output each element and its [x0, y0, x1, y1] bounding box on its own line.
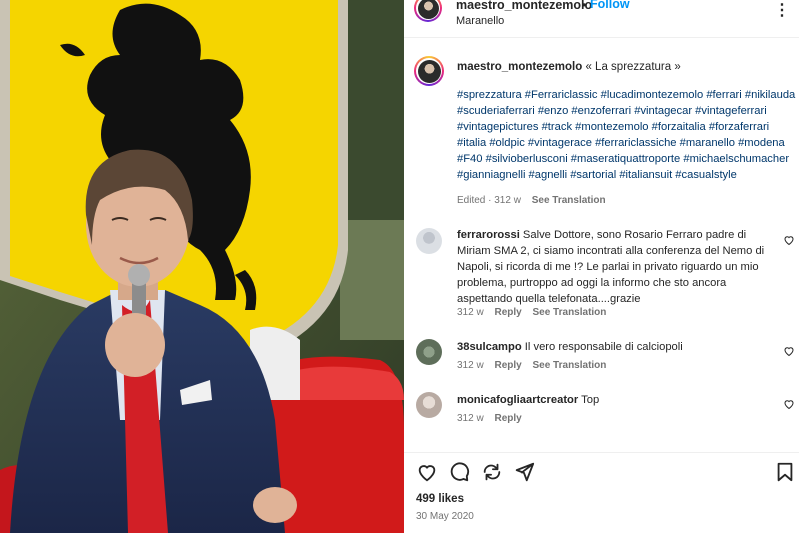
- like-comment-icon[interactable]: [783, 234, 795, 246]
- reply-button[interactable]: Reply: [494, 360, 521, 371]
- comment-username[interactable]: 38sulcampo: [457, 341, 522, 353]
- reply-button[interactable]: Reply: [494, 413, 521, 424]
- comment-body: 38sulcampo Il vero responsabile di calci…: [457, 339, 775, 355]
- comment-text: Top: [581, 394, 600, 406]
- caption-text: « La sprezzatura »: [585, 61, 681, 73]
- reply-button[interactable]: Reply: [494, 307, 521, 318]
- commenter-avatar[interactable]: [416, 392, 442, 418]
- post-header: maestro_montezemolo • Follow Maranello ⋮: [404, 0, 799, 38]
- post-photo[interactable]: [0, 0, 404, 533]
- see-translation-button[interactable]: See Translation: [532, 307, 606, 318]
- post-date: 30 May 2020: [416, 511, 474, 522]
- commenter-avatar[interactable]: [416, 339, 442, 365]
- comment-text: Il vero responsabile di calciopoli: [524, 341, 683, 353]
- commenter-avatar[interactable]: [416, 228, 442, 254]
- author-avatar[interactable]: [414, 0, 442, 22]
- like-comment-icon[interactable]: [783, 398, 795, 410]
- see-translation-button[interactable]: See Translation: [532, 195, 606, 206]
- comment-meta: 312 w Reply: [457, 413, 522, 424]
- comment-time: 312 w: [457, 307, 484, 318]
- comment-meta: 312 w Reply See Translation: [457, 360, 606, 371]
- caption-hashtags[interactable]: #sprezzatura #Ferrariclassic #lucadimont…: [457, 87, 799, 183]
- comment-username[interactable]: monicafogliaartcreator: [457, 394, 578, 406]
- caption-meta: Edited · 312 w See Translation: [457, 195, 606, 206]
- post-location[interactable]: Maranello: [456, 15, 504, 27]
- see-translation-button[interactable]: See Translation: [532, 360, 606, 371]
- caption-line: maestro_montezemolo « La sprezzatura »: [457, 59, 797, 75]
- caption-username[interactable]: maestro_montezemolo: [457, 61, 582, 73]
- comment-username[interactable]: ferrarorossi: [457, 229, 520, 241]
- separator-dot: •: [582, 0, 587, 12]
- comment-time: 312 w: [457, 413, 484, 424]
- share-icon[interactable]: [481, 461, 503, 483]
- bookmark-icon[interactable]: [774, 461, 796, 483]
- follow-button[interactable]: Follow: [590, 0, 630, 11]
- comment-body: ferrarorossi Salve Dottore, sono Rosario…: [457, 227, 775, 307]
- post-image: [0, 0, 404, 533]
- comment-meta: 312 w Reply See Translation: [457, 307, 606, 318]
- caption-time: Edited · 312 w: [457, 195, 521, 206]
- send-icon[interactable]: [513, 461, 535, 483]
- action-bar: [404, 452, 799, 486]
- caption-avatar[interactable]: [414, 56, 444, 86]
- heart-icon[interactable]: [416, 461, 438, 483]
- comment-icon[interactable]: [448, 461, 470, 483]
- author-username[interactable]: maestro_montezemolo: [456, 0, 592, 12]
- more-options-icon[interactable]: ⋮: [774, 0, 791, 20]
- comment-time: 312 w: [457, 360, 484, 371]
- post-sidebar: maestro_montezemolo • Follow Maranello ⋮…: [404, 0, 799, 533]
- comment-body: monicafogliaartcreator Top: [457, 392, 775, 408]
- likes-count[interactable]: 499 likes: [416, 493, 464, 505]
- like-comment-icon[interactable]: [783, 345, 795, 357]
